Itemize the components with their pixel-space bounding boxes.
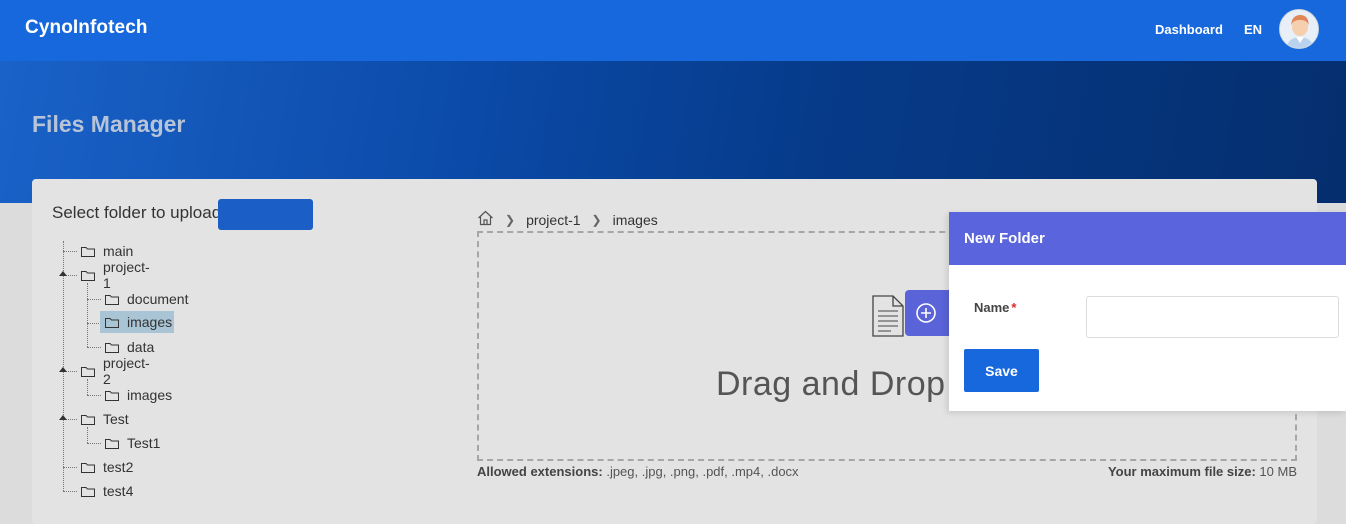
document-icon	[871, 295, 905, 342]
allowed-extensions: Allowed extensions: .jpeg, .jpg, .png, .…	[477, 464, 799, 479]
tree-item-test4[interactable]: test4	[78, 480, 133, 502]
top-navbar: CynoInfotech Dashboard EN	[0, 0, 1346, 61]
brand-logo[interactable]: CynoInfotech	[25, 17, 148, 39]
folder-icon	[81, 462, 95, 473]
tree-item-test1[interactable]: Test1	[102, 432, 160, 454]
user-avatar-icon[interactable]	[1279, 9, 1319, 49]
tree-item-label: test2	[103, 459, 134, 475]
expand-caret-icon[interactable]	[59, 415, 67, 420]
tree-item-label: images	[127, 314, 173, 330]
modal-header: New Folder	[949, 212, 1346, 265]
name-label: Name *	[974, 300, 1017, 315]
select-folder-label: Select folder to upload	[52, 203, 222, 222]
folder-icon	[105, 294, 119, 305]
folder-icon	[81, 246, 95, 257]
tree-item-document[interactable]: document	[102, 288, 188, 310]
max-file-size: Your maximum file size: 10 MB	[1107, 464, 1297, 479]
expand-caret-icon[interactable]	[59, 271, 67, 276]
expand-caret-icon[interactable]	[59, 367, 67, 372]
tree-item-images-selected[interactable]: images	[100, 311, 174, 333]
tree-item-project-1[interactable]: project-1	[78, 259, 150, 291]
folder-icon	[81, 366, 95, 377]
tree-item-label: project-1	[103, 259, 150, 291]
save-button[interactable]: Save	[964, 349, 1039, 392]
dropzone-text: Drag and Drop fi	[716, 365, 951, 403]
folder-icon	[81, 270, 95, 281]
tree-item-label: main	[103, 243, 134, 259]
nav-dashboard-link[interactable]: Dashboard	[1155, 22, 1223, 37]
page-title: Files Manager	[32, 111, 186, 137]
home-icon[interactable]	[477, 210, 494, 229]
modal-title: New Folder	[964, 230, 1045, 247]
tree-item-label: images	[127, 387, 173, 403]
tree-item-label: project-2	[103, 355, 150, 387]
folder-icon	[105, 342, 119, 353]
tree-item-label: Test1	[127, 435, 161, 451]
breadcrumb-item-current: images	[612, 211, 658, 228]
folder-icon	[105, 390, 119, 401]
required-asterisk: *	[1011, 300, 1017, 315]
upload-button[interactable]	[218, 199, 313, 230]
chevron-right-icon: ❯	[505, 212, 516, 227]
folder-icon	[81, 486, 95, 497]
tree-item-label: data	[127, 339, 155, 355]
tree-item-label: document	[127, 291, 189, 307]
chevron-right-icon: ❯	[591, 212, 602, 227]
tree-item-project-2[interactable]: project-2	[78, 355, 150, 387]
tree-item-test2[interactable]: test2	[78, 456, 133, 478]
breadcrumb: ❯ project-1 ❯ images	[477, 210, 658, 229]
folder-icon	[105, 317, 119, 328]
tree-item-test[interactable]: Test	[78, 408, 129, 430]
language-selector[interactable]: EN	[1244, 22, 1262, 37]
add-folder-button[interactable]	[905, 290, 955, 336]
breadcrumb-item[interactable]: project-1	[526, 212, 580, 228]
tree-item-label: test4	[103, 483, 134, 499]
folder-icon	[105, 438, 119, 449]
folder-name-input[interactable]	[1086, 296, 1339, 338]
folder-icon	[81, 414, 95, 425]
tree-item-label: Test	[103, 411, 129, 427]
tree-item-images[interactable]: images	[102, 384, 172, 406]
new-folder-modal: New Folder Name * Save	[949, 212, 1346, 411]
